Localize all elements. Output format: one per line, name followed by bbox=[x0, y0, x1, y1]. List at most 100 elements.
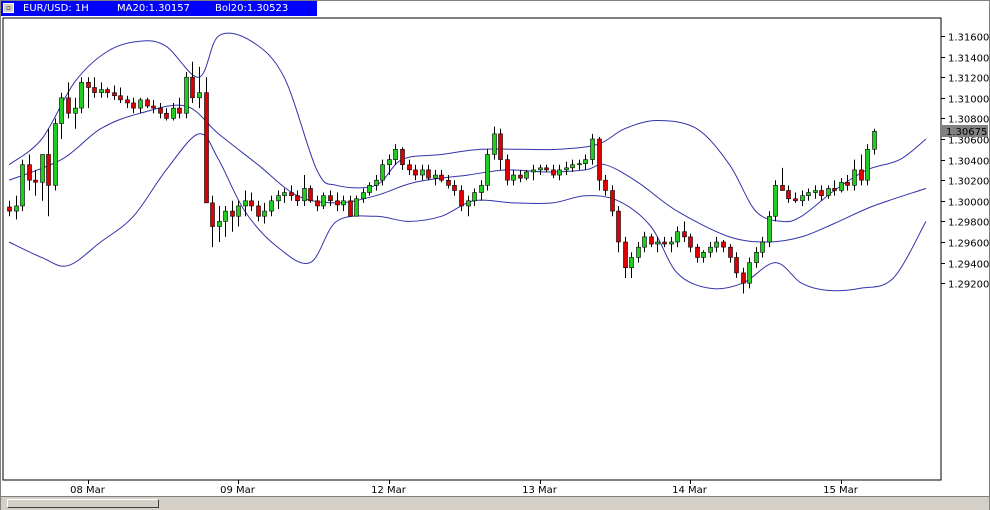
bear-candle bbox=[793, 192, 798, 203]
candle-body bbox=[289, 192, 294, 196]
candle-body bbox=[131, 102, 136, 109]
bull-candle bbox=[570, 159, 575, 172]
bear-candle bbox=[86, 77, 91, 109]
indicator-lines bbox=[8, 32, 927, 292]
candle-body bbox=[354, 198, 359, 217]
candle-body bbox=[544, 167, 549, 171]
bear-candle bbox=[46, 128, 51, 217]
candle-body bbox=[321, 195, 326, 207]
candle-body bbox=[734, 257, 739, 274]
candle-body bbox=[59, 97, 64, 124]
candle-body bbox=[538, 167, 543, 171]
x-tick-label: 12 Mar bbox=[371, 485, 407, 496]
candle-body bbox=[302, 188, 307, 202]
candle-body bbox=[171, 107, 176, 119]
candle-body bbox=[184, 76, 189, 114]
candle-body bbox=[380, 164, 385, 181]
candle-body bbox=[629, 257, 634, 269]
y-tick-label: 1.31600 bbox=[948, 33, 989, 44]
bull-candle bbox=[243, 190, 248, 217]
candle-body bbox=[387, 159, 392, 166]
candle-body bbox=[112, 92, 117, 97]
candle-body bbox=[741, 272, 746, 284]
bull-candle bbox=[374, 175, 379, 191]
candle-body bbox=[695, 246, 700, 258]
y-tick-label: 1.30400 bbox=[948, 157, 989, 168]
candle-body bbox=[806, 192, 811, 196]
candle-body bbox=[236, 205, 241, 217]
bull-candle bbox=[557, 164, 562, 181]
candle-body bbox=[125, 99, 130, 104]
bear-candle bbox=[92, 77, 97, 98]
candle-body bbox=[472, 192, 477, 202]
horizontal-scrollbar[interactable] bbox=[1, 496, 989, 510]
scrollbar-thumb[interactable] bbox=[7, 499, 159, 508]
y-tick-label: 1.30000 bbox=[948, 198, 989, 209]
bull-candle bbox=[583, 154, 588, 170]
candle-body bbox=[760, 241, 765, 253]
bull-candle bbox=[387, 154, 392, 176]
bear-candle bbox=[210, 195, 215, 248]
plot-frame bbox=[2, 17, 942, 481]
candle-body bbox=[158, 107, 163, 114]
candle-body bbox=[452, 185, 457, 191]
y-tick-label: 1.31200 bbox=[948, 74, 989, 85]
candle-body bbox=[728, 246, 733, 258]
bull-candle bbox=[197, 66, 202, 109]
candle-body bbox=[826, 188, 831, 196]
bull-candle bbox=[59, 92, 64, 139]
bull-candle bbox=[53, 118, 58, 191]
candle-body bbox=[524, 171, 529, 179]
candle-body bbox=[105, 89, 110, 93]
bear-candle bbox=[518, 169, 523, 183]
bull-candle bbox=[538, 164, 543, 176]
candle-body bbox=[40, 154, 45, 183]
candle-body bbox=[426, 169, 431, 179]
candle-body bbox=[485, 154, 490, 186]
bull-candle bbox=[826, 185, 831, 199]
candle-body bbox=[865, 149, 870, 181]
bear-candle bbox=[845, 175, 850, 191]
candlestick-series bbox=[7, 61, 877, 294]
bull-candle bbox=[99, 82, 104, 98]
candle-body bbox=[27, 164, 32, 181]
bear-candle bbox=[295, 190, 300, 206]
bull-candle bbox=[577, 159, 582, 170]
bear-candle bbox=[439, 169, 444, 183]
candle-body bbox=[282, 192, 287, 196]
candle-body bbox=[800, 195, 805, 202]
bear-candle bbox=[695, 244, 700, 263]
bear-candle bbox=[256, 200, 261, 222]
candle-body bbox=[243, 200, 248, 207]
candle-body bbox=[367, 185, 372, 193]
bear-candle bbox=[597, 136, 602, 191]
bear-candle bbox=[859, 154, 864, 186]
bull-candle bbox=[302, 175, 307, 206]
candle-body bbox=[420, 169, 425, 176]
candle-body bbox=[773, 185, 778, 217]
candle-body bbox=[223, 210, 228, 222]
bull-candle bbox=[40, 154, 45, 201]
bear-candle bbox=[131, 97, 136, 114]
bull-candle bbox=[223, 205, 228, 237]
candle-body bbox=[7, 206, 12, 212]
bull-candle bbox=[492, 126, 497, 160]
bear-candle bbox=[66, 82, 71, 119]
candle-body bbox=[832, 188, 837, 191]
bull-candle bbox=[872, 128, 877, 155]
bear-candle bbox=[498, 128, 503, 170]
bull-candle bbox=[420, 164, 425, 181]
bear-candle bbox=[819, 185, 824, 201]
price-chart[interactable]: 1.31600 1.31400 1.31200 1.31000 1.308001.306… bbox=[1, 1, 989, 496]
candle-body bbox=[433, 174, 438, 179]
candle-body bbox=[754, 252, 759, 263]
bull-candle bbox=[701, 250, 706, 263]
candle-body bbox=[407, 164, 412, 171]
candle-body bbox=[335, 200, 340, 206]
candle-body bbox=[400, 149, 405, 166]
bull-candle bbox=[754, 247, 759, 268]
candle-body bbox=[708, 246, 713, 253]
candle-body bbox=[459, 190, 464, 207]
candle-body bbox=[839, 181, 844, 191]
candle-body bbox=[315, 200, 320, 207]
